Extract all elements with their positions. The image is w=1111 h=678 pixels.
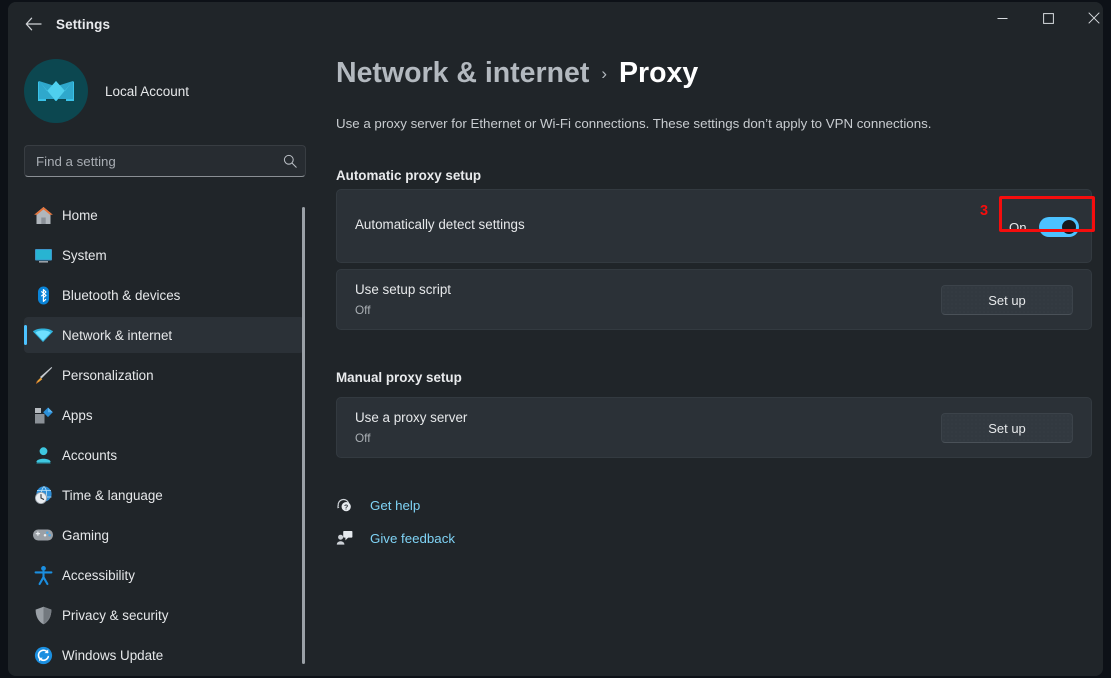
accounts-icon	[24, 445, 62, 466]
minimize-icon	[997, 17, 1007, 19]
sidebar-item-label: Privacy & security	[62, 607, 169, 623]
back-arrow-icon	[25, 17, 42, 31]
sidebar-item-gaming[interactable]: Gaming	[24, 517, 304, 553]
sidebar-item-network-internet[interactable]: Network & internet	[24, 317, 304, 353]
sidebar-scrollbar[interactable]	[302, 207, 305, 664]
give-feedback-label: Give feedback	[370, 530, 456, 546]
title-bar: Settings	[8, 2, 1103, 46]
navigation-list: Home System Bluetooth & devices Network …	[8, 197, 318, 676]
section-title-automatic: Automatic proxy setup	[336, 168, 482, 183]
back-button[interactable]	[16, 8, 50, 40]
maximize-icon	[1042, 12, 1054, 24]
maximize-button[interactable]	[1025, 2, 1071, 34]
sidebar-item-label: Time & language	[62, 487, 163, 503]
avatar	[24, 59, 88, 123]
search-icon	[283, 154, 297, 168]
card-use-setup-script[interactable]: Use setup script Off Set up	[336, 269, 1092, 330]
sidebar-item-label: Personalization	[62, 367, 154, 383]
auto-detect-label: Automatically detect settings	[355, 217, 525, 232]
sidebar-item-accounts[interactable]: Accounts	[24, 437, 304, 473]
close-button[interactable]	[1071, 2, 1103, 34]
auto-detect-toggle[interactable]	[1038, 217, 1079, 237]
search-placeholder: Find a setting	[36, 153, 116, 169]
accessibility-icon	[24, 565, 62, 586]
toggle-knob	[1061, 220, 1076, 234]
breadcrumb: Network & internet › Proxy	[336, 57, 698, 90]
help-icon: ?	[336, 497, 362, 513]
system-icon	[24, 245, 62, 266]
toggle-state-label: On	[1009, 219, 1027, 235]
home-icon	[24, 205, 62, 226]
paintbrush-icon	[24, 365, 62, 386]
auto-detect-toggle-group: On	[1009, 217, 1079, 237]
sidebar-item-label: Apps	[62, 407, 93, 423]
feedback-icon	[336, 530, 362, 546]
annotation-number: 3	[980, 203, 989, 219]
minimize-button[interactable]	[979, 2, 1025, 34]
gamepad-icon	[24, 527, 62, 543]
sidebar-item-personalization[interactable]: Personalization	[24, 357, 304, 393]
sidebar-item-label: Windows Update	[62, 647, 164, 663]
page-title: Proxy	[619, 57, 699, 89]
page-description: Use a proxy server for Ethernet or Wi-Fi…	[336, 116, 932, 131]
sidebar-item-label: Home	[62, 207, 98, 223]
breadcrumb-parent[interactable]: Network & internet	[336, 57, 589, 90]
sidebar-item-windows-update[interactable]: Windows Update	[24, 637, 304, 673]
setup-script-value: Off	[355, 303, 371, 317]
setup-script-button[interactable]: Set up	[941, 285, 1073, 315]
proxy-server-button[interactable]: Set up	[941, 413, 1073, 443]
sidebar-item-label: Accessibility	[62, 567, 135, 583]
sidebar-item-apps[interactable]: Apps	[24, 397, 304, 433]
get-help-link[interactable]: ? Get help	[336, 493, 420, 517]
clock-globe-icon	[24, 485, 62, 506]
card-automatically-detect-settings[interactable]: Automatically detect settings On 3	[336, 189, 1095, 263]
search-icon-wrap	[275, 154, 305, 168]
sidebar-item-home[interactable]: Home	[24, 197, 304, 233]
user-avatar-icon	[38, 81, 74, 101]
settings-window: Settings Local Account Find a setting Ho…	[8, 2, 1103, 676]
profile-section[interactable]: Local Account	[24, 56, 304, 126]
profile-name: Local Account	[105, 83, 190, 99]
sidebar-item-label: System	[62, 247, 107, 263]
app-title: Settings	[56, 16, 111, 32]
sidebar-item-accessibility[interactable]: Accessibility	[24, 557, 304, 593]
sidebar-item-label: Gaming	[62, 527, 109, 543]
shield-icon	[24, 605, 62, 626]
breadcrumb-separator-icon: ›	[601, 64, 608, 83]
card-use-a-proxy-server[interactable]: Use a proxy server Off Set up	[336, 397, 1092, 458]
get-help-label: Get help	[370, 497, 421, 513]
content-area: Network & internet › Proxy Use a proxy s…	[318, 46, 1103, 676]
search-input[interactable]: Find a setting	[24, 145, 306, 177]
section-title-manual: Manual proxy setup	[336, 370, 462, 385]
sidebar-item-time-language[interactable]: Time & language	[24, 477, 304, 513]
setup-script-label: Use setup script	[355, 282, 452, 297]
apps-icon	[24, 405, 62, 426]
svg-text:?: ?	[344, 504, 348, 511]
give-feedback-link[interactable]: Give feedback	[336, 526, 455, 550]
proxy-server-label: Use a proxy server	[355, 410, 468, 425]
sidebar-item-label: Bluetooth & devices	[62, 287, 181, 303]
sidebar-item-system[interactable]: System	[24, 237, 304, 273]
update-icon	[24, 645, 62, 666]
bluetooth-icon	[24, 285, 62, 306]
sidebar-item-label: Accounts	[62, 447, 118, 463]
sidebar-item-bluetooth-devices[interactable]: Bluetooth & devices	[24, 277, 304, 313]
sidebar: Local Account Find a setting Home System…	[8, 46, 318, 676]
close-icon	[1088, 12, 1100, 24]
wifi-icon	[24, 326, 62, 344]
sidebar-item-label: Network & internet	[62, 327, 173, 343]
proxy-server-value: Off	[355, 431, 371, 445]
sidebar-item-privacy-security[interactable]: Privacy & security	[24, 597, 304, 633]
